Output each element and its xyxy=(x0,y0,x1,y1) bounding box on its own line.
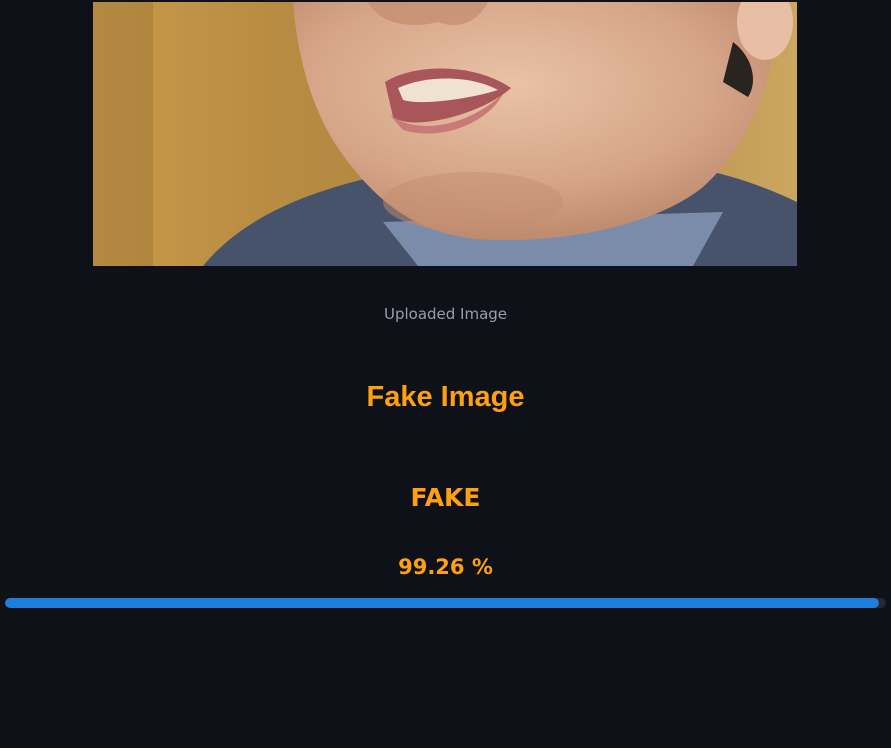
uploaded-image xyxy=(93,2,797,266)
result-heading: Fake Image xyxy=(366,381,525,413)
image-caption: Uploaded Image xyxy=(383,305,508,323)
prediction-label: FAKE xyxy=(410,483,481,512)
confidence-progress-bar xyxy=(5,598,886,608)
confidence-progress-fill xyxy=(5,598,880,608)
confidence-value: 99.26 % xyxy=(398,555,493,579)
